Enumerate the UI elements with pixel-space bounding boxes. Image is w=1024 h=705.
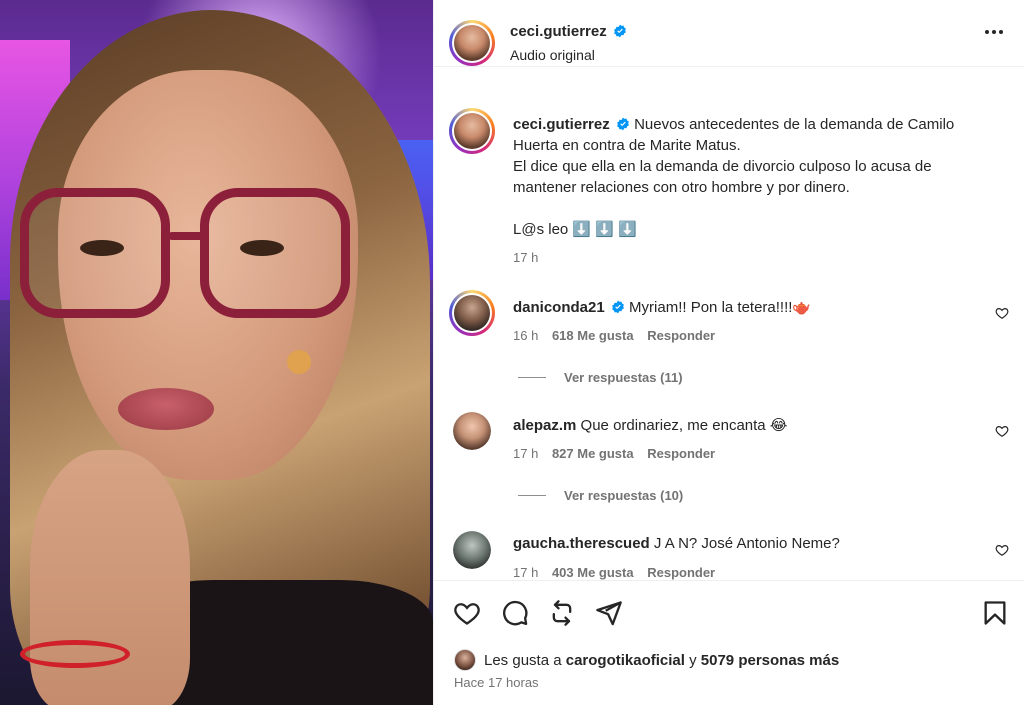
comment-meta: 16 h 618 Me gusta Responder xyxy=(513,328,715,343)
photo-subject-lips xyxy=(118,388,214,430)
post-actions-bar: Les gusta a carogotikaoficial y 5079 per… xyxy=(434,580,1024,705)
caption-author-avatar[interactable] xyxy=(449,108,495,154)
caption-line: L@s leo ⬇️ ⬇️ ⬇️ xyxy=(513,221,637,238)
audio-label[interactable]: Audio original xyxy=(510,47,595,63)
comment-time[interactable]: 17 h xyxy=(513,565,538,580)
comment-likes[interactable]: 403 Me gusta xyxy=(552,565,634,580)
reply-button[interactable]: Responder xyxy=(647,565,715,580)
more-options-icon[interactable] xyxy=(985,30,1003,34)
comments-scroll-area[interactable]: ceci.gutierrez Nuevos antecedentes de la… xyxy=(434,68,1024,580)
likes-prefix: Les gusta a xyxy=(484,651,562,669)
comment-time[interactable]: 17 h xyxy=(513,446,538,461)
caption-line: Nuevos antecedentes de la demanda de Cam… xyxy=(634,116,955,133)
headset-mic xyxy=(287,350,311,374)
red-bracelet xyxy=(20,640,130,668)
verified-icon xyxy=(617,117,629,131)
comment-text: Que ordinariez, me encanta 😂 xyxy=(580,417,788,434)
photo-subject-eye xyxy=(80,240,124,256)
view-replies-button[interactable]: Ver respuestas (10) xyxy=(518,488,683,503)
comment-item: alepaz.m Que ordinariez, me encanta 😂 xyxy=(513,416,787,434)
author-avatar[interactable] xyxy=(449,20,495,66)
post-side-panel: ceci.gutierrez Audio original ceci.gutie… xyxy=(433,0,1024,705)
heart-icon[interactable] xyxy=(453,599,481,627)
comment-text: J A N? José Antonio Neme? xyxy=(653,535,840,552)
post-header: ceci.gutierrez Audio original xyxy=(434,0,1024,67)
commenter-avatar[interactable] xyxy=(449,290,495,336)
author-username-row[interactable]: ceci.gutierrez xyxy=(510,23,627,40)
commenter-avatar[interactable] xyxy=(453,412,491,450)
reply-button[interactable]: Responder xyxy=(647,328,715,343)
caption-line: Huerta en contra de Marite Matus. xyxy=(513,137,741,154)
bookmark-icon[interactable] xyxy=(981,599,1009,627)
repost-icon[interactable] xyxy=(548,599,576,627)
comment-username[interactable]: alepaz.m xyxy=(513,417,576,434)
commenter-avatar[interactable] xyxy=(453,531,491,569)
comment-username[interactable]: gaucha.therescued xyxy=(513,535,650,552)
comment-time[interactable]: 16 h xyxy=(513,328,538,343)
like-comment-heart-icon[interactable] xyxy=(995,306,1009,320)
comment-text: Myriam!! Pon la tetera!!!!🫖 xyxy=(629,299,812,316)
likes-summary: Les gusta a carogotikaoficial y 5079 per… xyxy=(454,649,839,671)
comment-item: gaucha.therescued J A N? José Antonio Ne… xyxy=(513,535,840,552)
caption-timestamp[interactable]: 17 h xyxy=(513,250,538,265)
post-media-image[interactable] xyxy=(0,0,433,705)
share-icon[interactable] xyxy=(595,599,623,627)
like-comment-heart-icon[interactable] xyxy=(995,543,1009,557)
view-replies-button[interactable]: Ver respuestas (11) xyxy=(518,370,683,385)
comment-likes[interactable]: 827 Me gusta xyxy=(552,446,634,461)
glasses-bridge xyxy=(168,232,204,240)
likes-count-link[interactable]: 5079 personas más xyxy=(701,652,839,669)
comment-meta: 17 h 403 Me gusta Responder xyxy=(513,565,715,580)
author-username[interactable]: ceci.gutierrez xyxy=(510,23,607,40)
photo-subject-eye xyxy=(240,240,284,256)
comment-likes[interactable]: 618 Me gusta xyxy=(552,328,634,343)
verified-icon xyxy=(614,24,626,38)
caption-line: mantener relaciones con otro hombre y po… xyxy=(513,179,850,196)
instagram-post-window: ceci.gutierrez Audio original ceci.gutie… xyxy=(0,0,1024,705)
comment-icon[interactable] xyxy=(501,599,529,627)
reply-button[interactable]: Responder xyxy=(647,446,715,461)
liker-username[interactable]: carogotikaoficial xyxy=(566,652,685,669)
likes-connector: y xyxy=(689,651,697,669)
verified-icon xyxy=(612,300,624,314)
caption-username[interactable]: ceci.gutierrez xyxy=(513,116,610,133)
comment-item: daniconda21 Myriam!! Pon la tetera!!!!🫖 xyxy=(513,298,811,316)
post-time-ago[interactable]: Hace 17 horas xyxy=(454,675,539,690)
caption-line: El dice que ella en la demanda de divorc… xyxy=(513,158,932,175)
post-caption: ceci.gutierrez Nuevos antecedentes de la… xyxy=(513,114,1003,240)
comment-username[interactable]: daniconda21 xyxy=(513,299,605,316)
like-comment-heart-icon[interactable] xyxy=(995,424,1009,438)
liker-avatar[interactable] xyxy=(454,649,476,671)
comment-meta: 17 h 827 Me gusta Responder xyxy=(513,446,715,461)
